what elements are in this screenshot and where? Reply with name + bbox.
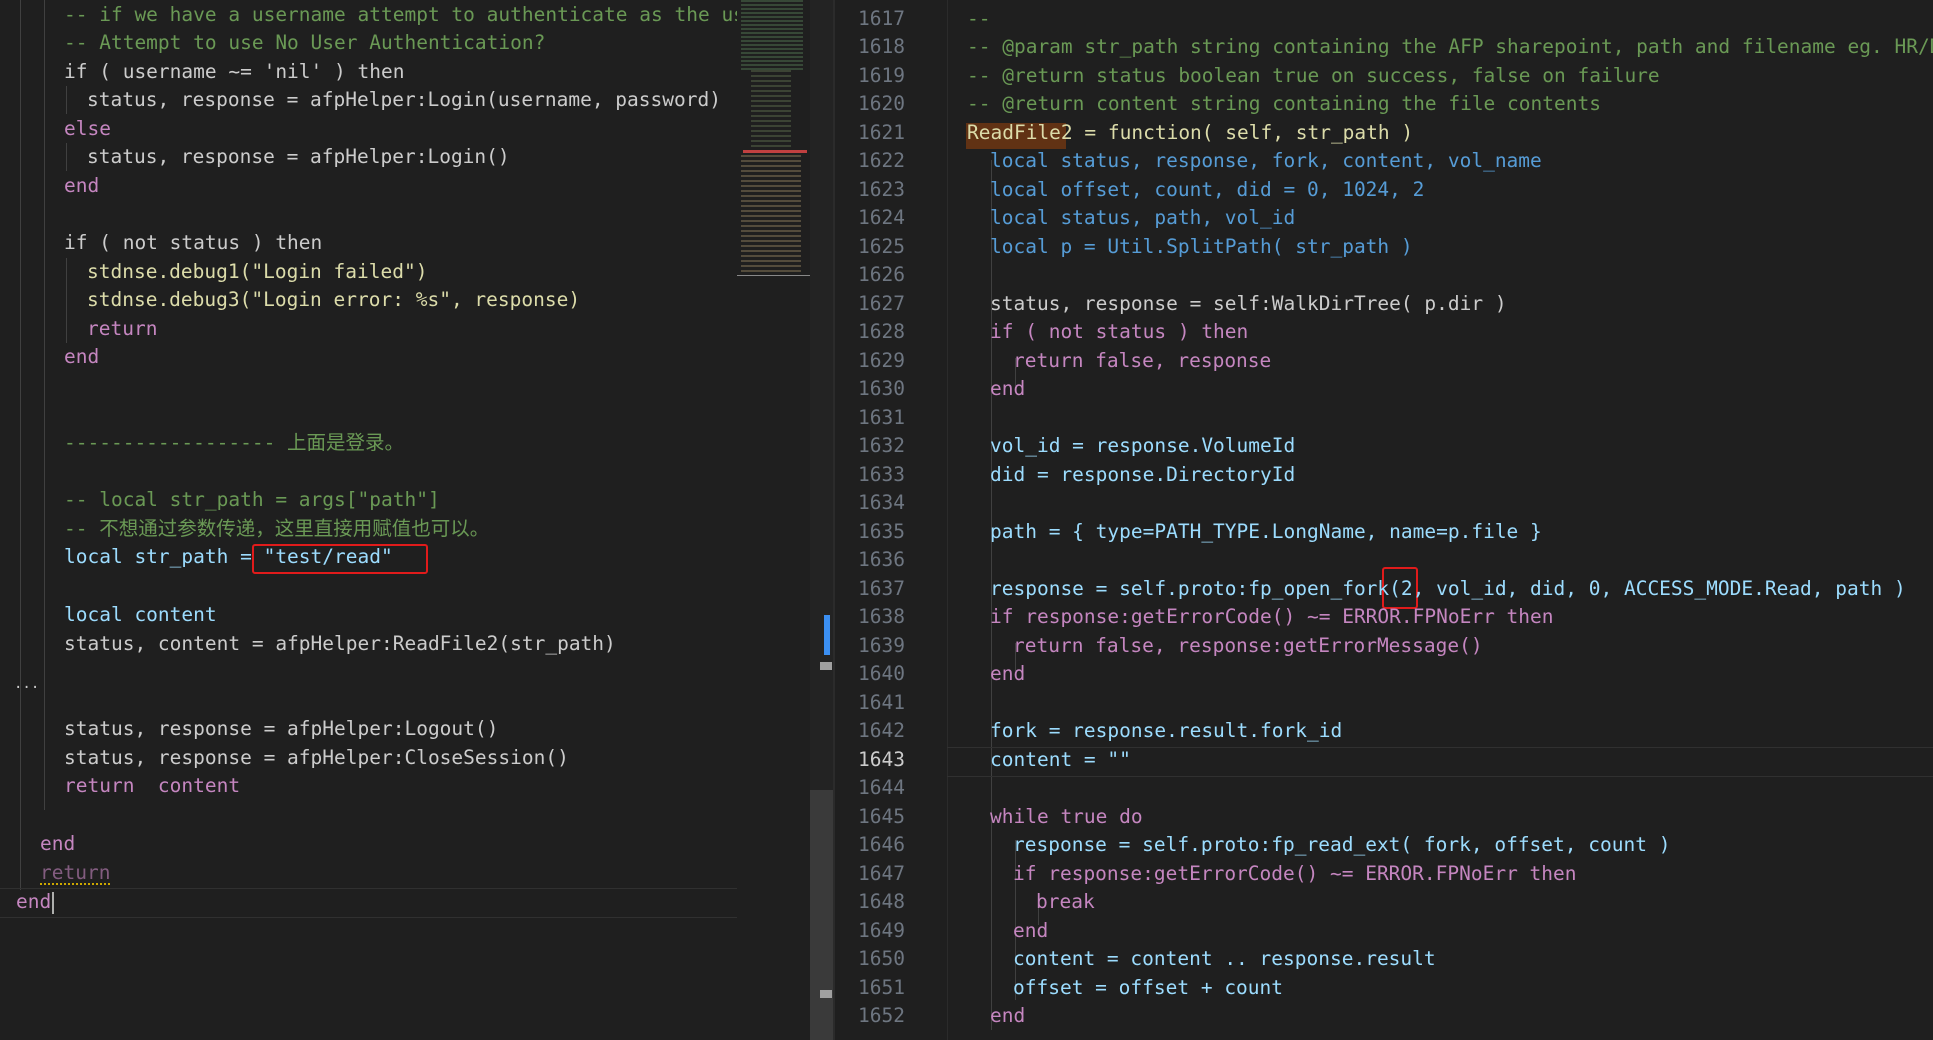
code-line: local offset, count, did = 0, 1024, 2 xyxy=(990,178,1425,201)
line-number: 1648 xyxy=(858,890,905,913)
highlight-box-str-path xyxy=(252,544,428,574)
code-line: local status, response, fork, content, v… xyxy=(990,149,1542,172)
code-line: stdnse.debug3("Login error: %s", respons… xyxy=(87,288,581,311)
line-number: 1624 xyxy=(858,206,905,229)
code-line: end xyxy=(990,1004,1026,1027)
line-number: 1637 xyxy=(858,577,905,600)
line-number: 1620 xyxy=(858,92,905,115)
code-line: -- Attempt to use No User Authentication… xyxy=(64,31,546,54)
code-line: response = self.proto:fp_read_ext( fork,… xyxy=(1013,833,1671,856)
right-editor[interactable]: 1617 -- 1618 -- @param str_path string con… xyxy=(835,0,1933,1040)
line-number: 1621 xyxy=(858,121,905,144)
warning-squiggle xyxy=(40,880,110,885)
line-number: 1644 xyxy=(858,776,905,799)
code-line: fork = response.result.fork_id xyxy=(990,719,1343,742)
line-number: 1619 xyxy=(858,64,905,87)
line-number: 1623 xyxy=(858,178,905,201)
line-number: 1645 xyxy=(858,805,905,828)
code-line: if ( username ~= 'nil' ) then xyxy=(64,60,405,83)
line-number: 1630 xyxy=(858,377,905,400)
line-number: 1642 xyxy=(858,719,905,742)
code-line: -- xyxy=(967,7,991,30)
code-line: else xyxy=(64,117,111,140)
code-line: -- local str_path = args["path"] xyxy=(64,488,440,511)
code-line: -- @return content string containing the… xyxy=(967,92,1601,115)
code-line: if response:getErrorCode() ~= ERROR.FPNo… xyxy=(990,605,1554,628)
code-line: status, response = self:WalkDirTree( p.d… xyxy=(990,292,1507,315)
code-line: status, response = afpHelper:Logout() xyxy=(64,717,499,740)
code-line: local p = Util.SplitPath( str_path ) xyxy=(990,235,1413,258)
folded-region-marker[interactable]: ... xyxy=(14,670,39,699)
left-editor[interactable]: -- if we have a username attempt to auth… xyxy=(0,0,737,1040)
line-number: 1650 xyxy=(858,947,905,970)
code-line: content = "" xyxy=(990,748,1131,771)
code-line: end xyxy=(990,662,1026,685)
code-line: status, content = afpHelper:ReadFile2(st… xyxy=(64,632,616,655)
line-number-current: 1643 xyxy=(858,748,905,771)
line-number: 1641 xyxy=(858,691,905,714)
line-number: 1636 xyxy=(858,548,905,571)
code-line: break xyxy=(1036,890,1095,913)
line-number: 1631 xyxy=(858,406,905,429)
code-line: content = content .. response.result xyxy=(1013,947,1436,970)
line-number: 1633 xyxy=(858,463,905,486)
code-line: end xyxy=(1013,919,1049,942)
line-number: 1629 xyxy=(858,349,905,372)
code-line: if ( not status ) then xyxy=(64,231,323,254)
line-number: 1652 xyxy=(858,1004,905,1027)
line-number: 1626 xyxy=(858,263,905,286)
line-number: 1649 xyxy=(858,919,905,942)
line-number: 1640 xyxy=(858,662,905,685)
line-number: 1635 xyxy=(858,520,905,543)
current-line-highlight xyxy=(0,888,737,918)
code-line: ReadFile2 = function( self, str_path ) xyxy=(967,121,1414,144)
code-line: path = { type=PATH_TYPE.LongName, name=p… xyxy=(990,520,1542,543)
code-line: -- @return status boolean true on succes… xyxy=(967,64,1660,87)
line-number: 1625 xyxy=(858,235,905,258)
code-line: stdnse.debug1("Login failed") xyxy=(87,260,428,283)
code-line: did = response.DirectoryId xyxy=(990,463,1296,486)
line-number: 1628 xyxy=(858,320,905,343)
code-line: if response:getErrorCode() ~= ERROR.FPNo… xyxy=(1013,862,1577,885)
code-line: end xyxy=(990,377,1026,400)
code-line: -- @param str_path string containing the… xyxy=(967,35,1933,58)
line-number: 1639 xyxy=(858,634,905,657)
code-line: vol_id = response.VolumeId xyxy=(990,434,1296,457)
line-number: 1651 xyxy=(858,976,905,999)
scrollbar-thumb[interactable] xyxy=(810,790,833,1040)
code-line: status, response = afpHelper:Login() xyxy=(87,145,510,168)
code-line: local status, path, vol_id xyxy=(990,206,1296,229)
code-line: -- if we have a username attempt to auth… xyxy=(64,3,737,26)
line-number: 1617 xyxy=(858,7,905,30)
code-line: return content xyxy=(64,774,241,797)
code-line: ------------------ 上面是登录。 xyxy=(64,431,405,454)
code-line: return false, response:getErrorMessage() xyxy=(1013,634,1483,657)
code-line: offset = offset + count xyxy=(1013,976,1284,999)
line-number: 1646 xyxy=(858,833,905,856)
code-line: while true do xyxy=(990,805,1143,828)
line-number: 1627 xyxy=(858,292,905,315)
code-line: -- 不想通过参数传递，这里直接用赋值也可以。 xyxy=(64,517,490,540)
line-number: 1632 xyxy=(858,434,905,457)
line-number: 1618 xyxy=(858,35,905,58)
code-line: if ( not status ) then xyxy=(990,320,1249,343)
code-line: local content xyxy=(64,603,217,626)
line-number: 1622 xyxy=(858,149,905,172)
code-line: status, response = afpHelper:Login(usern… xyxy=(87,88,721,111)
code-line: end xyxy=(64,174,100,197)
left-editor-scrollbar[interactable] xyxy=(810,0,833,1040)
code-line: end xyxy=(40,832,76,855)
code-line: return xyxy=(87,317,158,340)
line-number: 1638 xyxy=(858,605,905,628)
code-line: status, response = afpHelper:CloseSessio… xyxy=(64,746,569,769)
code-line: end xyxy=(64,345,100,368)
minimap[interactable] xyxy=(737,0,810,1040)
line-number: 1634 xyxy=(858,491,905,514)
code-line: response = self.proto:fp_open_fork(2, vo… xyxy=(990,577,1906,600)
code-line: return false, response xyxy=(1013,349,1272,372)
line-number: 1647 xyxy=(858,862,905,885)
